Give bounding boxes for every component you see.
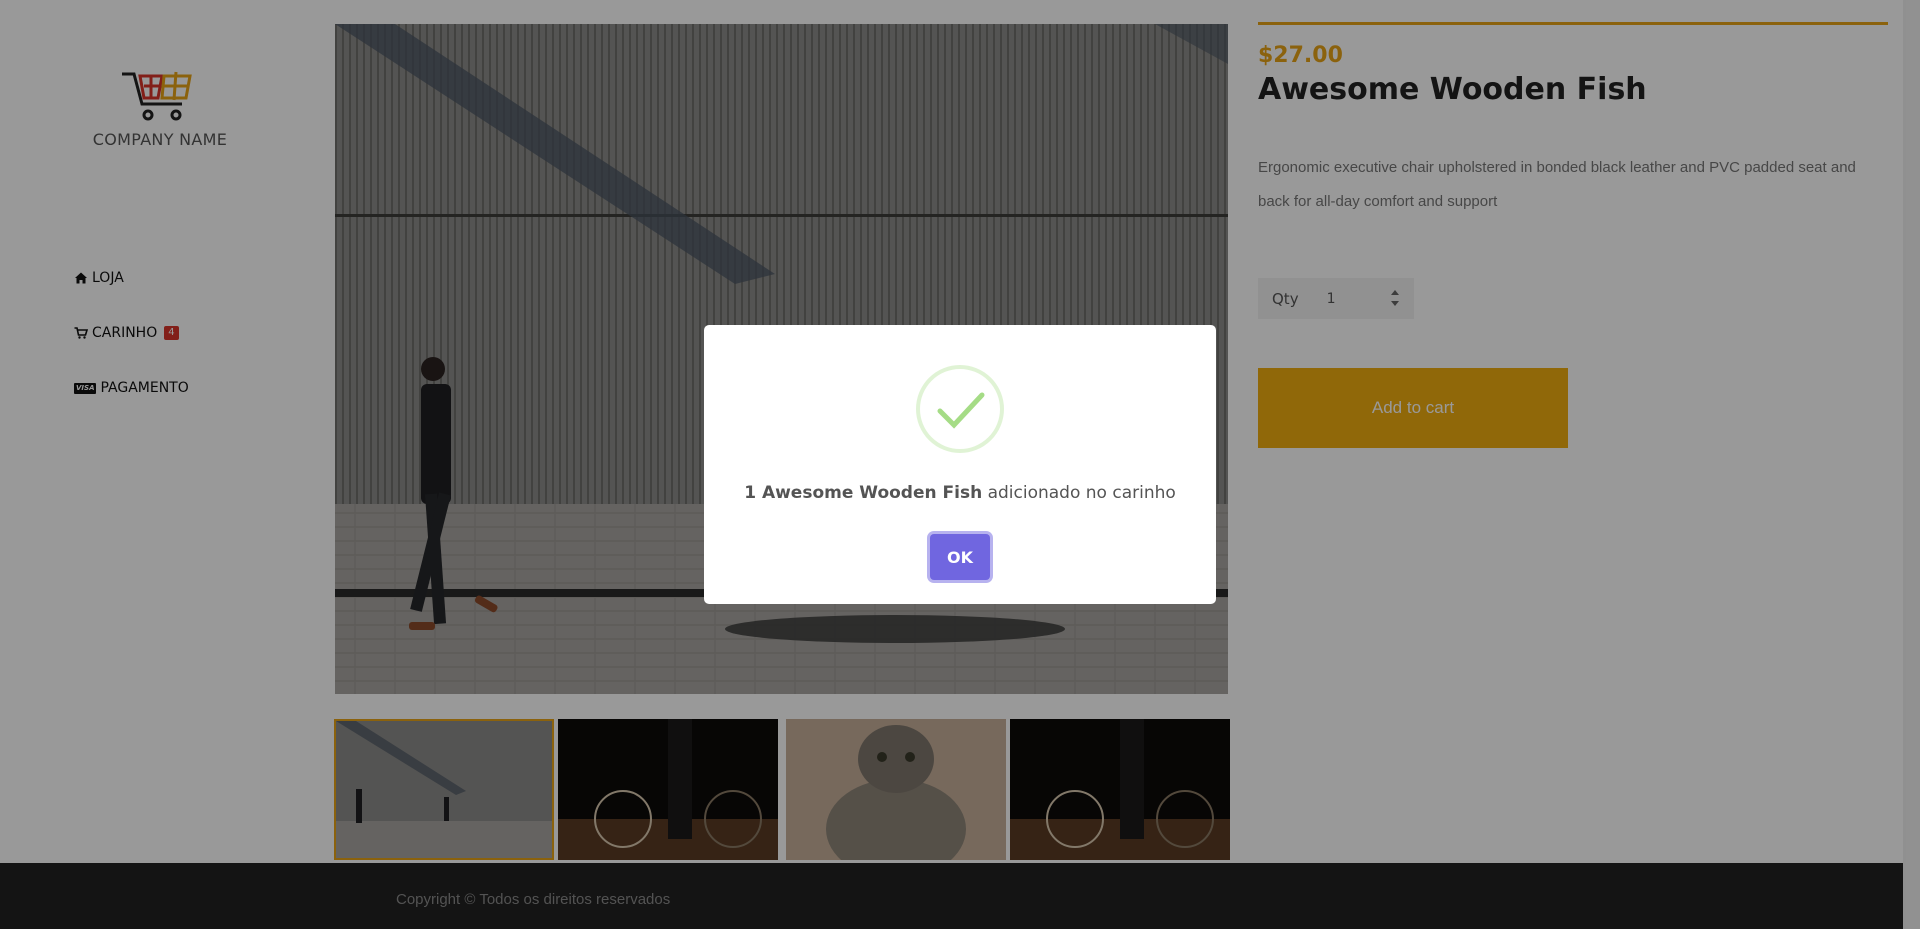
dialog-message: 1 Awesome Wooden Fish adicionado no cari… [704,483,1216,503]
success-icon [916,365,1004,453]
ok-button[interactable]: OK [930,534,990,580]
checkmark-icon [937,392,985,429]
success-dialog: 1 Awesome Wooden Fish adicionado no cari… [704,325,1216,604]
dialog-message-bold: 1 Awesome Wooden Fish [744,483,983,503]
dialog-message-rest: adicionado no carinho [982,483,1176,503]
